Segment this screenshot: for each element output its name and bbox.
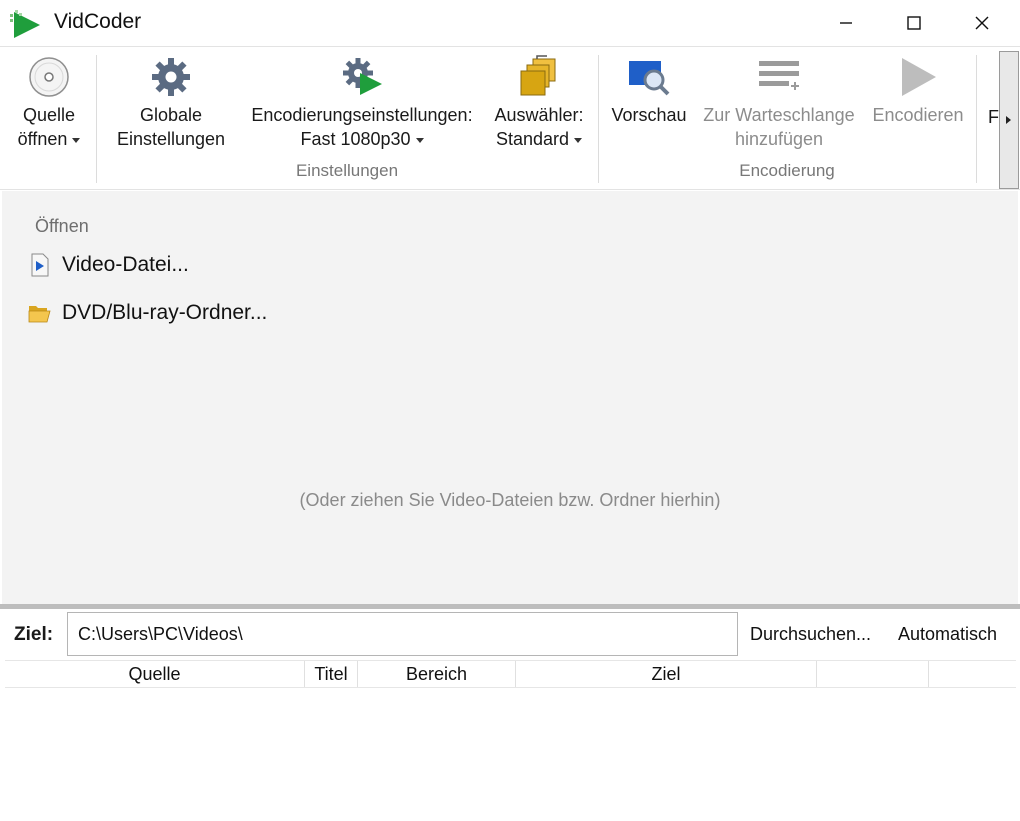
disc-folder-label: DVD/Blu-ray-Ordner... (62, 301, 268, 324)
gear-icon (152, 58, 190, 96)
global-settings-label-1: Globale (139, 105, 203, 125)
column-header-title[interactable]: Titel (305, 661, 358, 687)
gear-play-icon (343, 58, 382, 95)
column-header-range[interactable]: Bereich (358, 661, 516, 687)
minimize-icon (840, 22, 852, 24)
truncated-ribbon-item[interactable]: F (988, 107, 999, 128)
disc-icon (29, 57, 69, 97)
add-to-queue-button[interactable]: Zur Warteschlange hinzufügen (694, 47, 864, 159)
preview-button[interactable]: Vorschau (604, 47, 694, 159)
open-source-area[interactable]: Öffnen Video-Datei... DVD/Blu-ray-Ordner… (2, 191, 1018, 604)
global-settings-button[interactable]: Globale Einstellungen (108, 47, 234, 159)
add-queue-label-1: Zur Warteschlange (703, 105, 855, 125)
chevron-down-icon (72, 137, 81, 143)
close-icon (975, 16, 989, 30)
column-header-destination[interactable]: Ziel (516, 661, 817, 687)
ribbon: Quelle öffnen Globale Einstellungen Enco… (0, 46, 1020, 190)
drop-hint-text: (Oder ziehen Sie Video-Dateien bzw. Ordn… (299, 490, 721, 510)
pane-splitter[interactable] (0, 604, 1020, 609)
folder-open-icon (28, 306, 51, 323)
picker-label-1: Auswähler: (494, 105, 584, 125)
encoding-preset-value: Fast 1080p30 (300, 129, 411, 149)
play-icon (902, 58, 936, 96)
open-source-button[interactable]: Quelle öffnen (6, 47, 92, 159)
group-label-settings: Einstellungen (295, 161, 399, 180)
add-queue-label-2: hinzufügen (734, 129, 824, 149)
encode-button[interactable]: Encodieren (866, 47, 970, 159)
column-header-empty[interactable] (929, 661, 1016, 687)
title-bar: VidCoder (0, 0, 1020, 46)
automatic-button[interactable]: Automatisch (898, 624, 997, 645)
maximize-icon (907, 16, 921, 30)
window-title: VidCoder (54, 10, 142, 33)
encoding-settings-label-1: Encodierungseinstellungen: (251, 105, 473, 125)
encoding-settings-button[interactable]: Encodierungseinstellungen: Fast 1080p30 (240, 47, 484, 159)
preview-magnifier-icon (629, 61, 670, 96)
chevron-down-icon (574, 137, 583, 143)
open-disc-folder-link[interactable]: DVD/Blu-ray-Ordner... (28, 301, 267, 325)
column-header-source[interactable]: Quelle (5, 661, 305, 687)
open-source-label-2: öffnen (17, 129, 68, 149)
encode-label: Encodieren (872, 105, 964, 125)
open-source-label-1: Quelle (22, 105, 76, 125)
ribbon-scroll-right-button[interactable] (999, 51, 1019, 189)
preview-label: Vorschau (611, 105, 687, 125)
picker-button[interactable]: Auswähler: Standard (488, 47, 590, 159)
ribbon-separator (976, 55, 977, 183)
queue-table-body (5, 688, 1016, 818)
destination-label: Ziel: (14, 624, 54, 645)
add-queue-icon (759, 61, 799, 90)
picker-value: Standard (495, 129, 570, 149)
open-video-file-link[interactable]: Video-Datei... (28, 253, 189, 277)
global-settings-label-2: Einstellungen (116, 129, 226, 149)
open-heading: Öffnen (35, 216, 89, 236)
vidcoder-logo-icon (10, 10, 40, 38)
close-button[interactable] (948, 0, 1016, 46)
minimize-button[interactable] (812, 0, 880, 46)
chevron-right-icon (1006, 116, 1011, 124)
chevron-down-icon (415, 137, 424, 143)
video-file-label: Video-Datei... (62, 253, 189, 276)
group-label-encoding: Encodierung (739, 161, 835, 180)
browse-button[interactable]: Durchsuchen... (750, 624, 871, 645)
picker-icon (520, 55, 556, 96)
destination-path-input[interactable] (67, 612, 738, 656)
column-header-empty[interactable] (817, 661, 929, 687)
video-file-icon (31, 253, 49, 277)
queue-table-header: Quelle Titel Bereich Ziel (5, 660, 1016, 688)
maximize-button[interactable] (880, 0, 948, 46)
